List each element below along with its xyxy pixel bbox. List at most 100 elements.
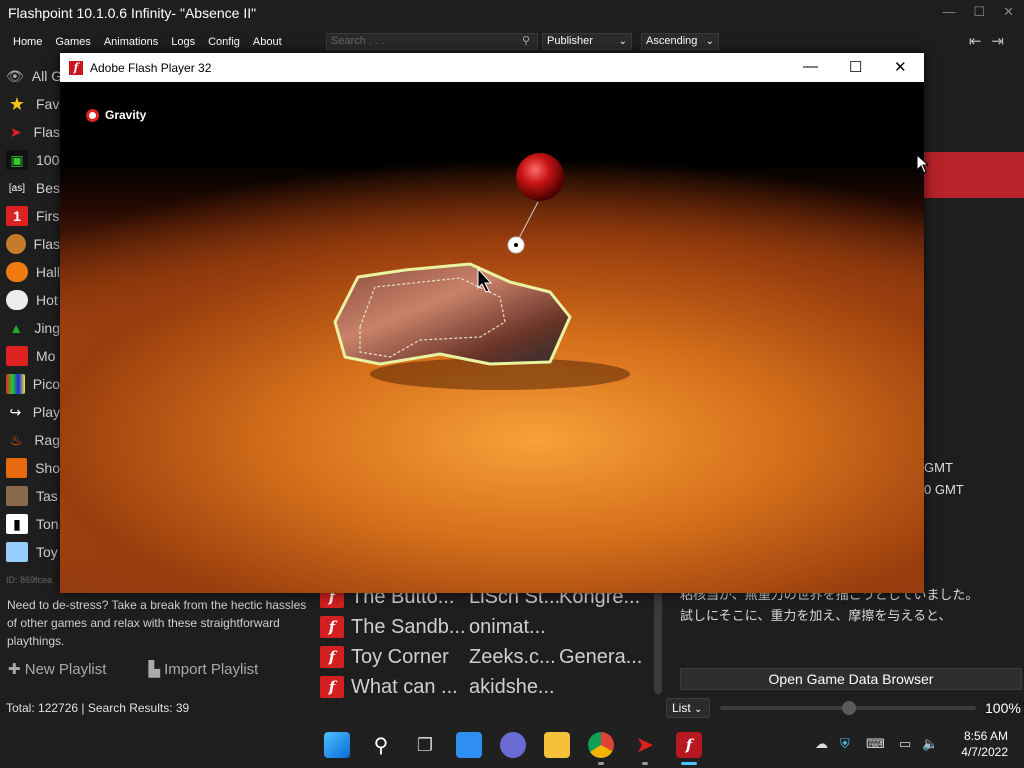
window-controls: — ☐ ✕	[942, 4, 1014, 20]
playlist-item[interactable]: [as] Bes	[0, 174, 60, 202]
playlist-label: Firs	[36, 208, 60, 224]
open-game-data-browser-button[interactable]: Open Game Data Browser	[680, 668, 1022, 690]
share-icon: ↪	[9, 403, 22, 420]
game-developer: Zeeks.c...	[469, 645, 556, 668]
volume-icon[interactable]: 🔈	[922, 736, 938, 752]
import-playlist-button[interactable]: ▙ Import Playlist	[148, 660, 258, 678]
menu-config[interactable]: Config	[202, 36, 246, 48]
flame-icon: ♨	[9, 431, 23, 448]
widgets-icon[interactable]	[456, 732, 482, 758]
playlist-item[interactable]: ▣ 100	[0, 146, 60, 174]
playlist-label: Toy	[36, 544, 58, 560]
shield-icon[interactable]: ⛨	[840, 736, 850, 752]
date-added: GMT	[924, 460, 953, 475]
minimize-icon[interactable]: —	[803, 58, 818, 75]
game-developer: akidshe...	[469, 675, 555, 698]
playlist-label: All G	[31, 68, 60, 84]
pumpkin-icon	[6, 262, 28, 282]
playlist-sidebar: 👁 All G ★ Fav ➤ Flas ▣ 100 [as] Bes 1 Firs Fla…	[0, 62, 60, 566]
menu-about[interactable]: About	[247, 36, 288, 48]
table-row[interactable]: f Toy Corner Zeeks.c... Genera...	[320, 642, 650, 672]
playlist-item[interactable]: Flas	[0, 230, 60, 258]
playlist-item[interactable]: Sho	[0, 454, 60, 482]
playlist-item[interactable]: ↪ Play	[0, 398, 60, 426]
maximize-icon[interactable]: ☐	[973, 4, 985, 20]
clock-time: 8:56 AM	[963, 729, 1008, 743]
game-title: What can ...	[351, 675, 458, 698]
keyboard-icon[interactable]: ⌨	[866, 736, 885, 752]
playlist-item[interactable]: ♨ Rag	[0, 426, 60, 454]
chevron-down-icon: ⌄	[618, 36, 627, 47]
flash-game-canvas[interactable]: Gravity	[60, 82, 924, 593]
start-icon[interactable]	[324, 732, 350, 758]
new-playlist-button[interactable]: ✚ New Playlist	[8, 660, 106, 678]
flashpoint-running-indicator	[642, 762, 648, 765]
playlist-item[interactable]: ▲ Jing	[0, 314, 60, 342]
game-list-scrollbar[interactable]	[654, 590, 662, 694]
game-title: Toy Corner	[351, 645, 449, 668]
minimize-icon[interactable]: —	[942, 4, 955, 20]
system-clock[interactable]: 8:56 AM 4/7/2022	[961, 728, 1008, 760]
maximize-icon[interactable]: ☐	[849, 58, 862, 76]
playlist-item[interactable]: Hall	[0, 258, 60, 286]
close-icon[interactable]: ✕	[894, 58, 907, 76]
balloon-object[interactable]	[516, 153, 564, 201]
mouse-cursor-icon	[916, 154, 930, 174]
zoom-slider-thumb[interactable]	[842, 701, 856, 715]
playlist-item[interactable]: ★ Fav	[0, 90, 60, 118]
flash-player-titlebar: f Adobe Flash Player 32 — ☐ ✕	[60, 53, 924, 82]
publisher-select[interactable]: Publisher ⌄	[542, 33, 632, 50]
playlist-label: Sho	[35, 460, 60, 476]
blocks-icon	[6, 542, 28, 562]
flash-player-logo-icon: f	[69, 60, 83, 75]
playlist-item[interactable]: 1 Firs	[0, 202, 60, 230]
playlist-item[interactable]: Tas	[0, 482, 60, 510]
playlist-label: Fav	[36, 96, 60, 112]
view-mode-select[interactable]: List ⌄	[666, 698, 710, 718]
publisher-select-value: Publisher	[547, 35, 593, 47]
file-icon: ▙	[148, 661, 165, 678]
playlist-description: Need to de-stress? Take a break from the…	[7, 598, 307, 648]
display-icon[interactable]: ▭	[899, 736, 911, 752]
table-row[interactable]: f What can ... akidshe...	[320, 672, 650, 702]
sidebar-toggle-icons[interactable]: ⇤⇥	[969, 32, 1014, 50]
playlist-item[interactable]: ▮ Ton	[0, 510, 60, 538]
chrome-icon[interactable]	[588, 732, 614, 758]
chat-icon[interactable]	[500, 732, 526, 758]
taskbar: ⚲ ❐ ➤ f ☁ ⛨ ⌨ ▭ 🔈 8:56 AM 4/7/2022	[0, 722, 1024, 768]
table-row[interactable]: f The Sandb... onimat...	[320, 612, 650, 642]
date-modified: 0 GMT	[924, 482, 964, 497]
search-input[interactable]: Search . . .	[326, 33, 538, 50]
drag-handle-center	[514, 243, 518, 247]
playlist-id: ID: 869fcea	[6, 575, 53, 585]
cloud-icon[interactable]: ☁	[815, 736, 828, 752]
playlist-label: Rag	[34, 432, 60, 448]
order-select-value: Ascending	[646, 35, 698, 47]
flashpoint-titlebar: Flashpoint 10.1.0.6 Infinity- "Absence I…	[0, 0, 1024, 26]
flash-player-icon[interactable]: f	[676, 732, 702, 758]
playlist-item[interactable]: ➤ Flas	[0, 118, 60, 146]
search-icon[interactable]: ⚲	[522, 34, 530, 47]
menu-animations[interactable]: Animations	[98, 36, 164, 48]
file-explorer-icon[interactable]	[544, 732, 570, 758]
playlist-item[interactable]: Pico	[0, 370, 60, 398]
tree-icon: ▲	[9, 320, 24, 336]
playlist-item[interactable]: Mo	[0, 342, 60, 370]
selected-game-banner	[924, 152, 1024, 198]
playlist-item[interactable]: Toy	[0, 538, 60, 566]
playlist-label: 100	[36, 152, 60, 168]
playlist-item[interactable]: Hot	[0, 286, 60, 314]
game-publisher: Genera...	[559, 645, 643, 668]
flashpoint-icon[interactable]: ➤	[632, 732, 658, 758]
menu-games[interactable]: Games	[49, 36, 96, 48]
character-icon	[6, 486, 28, 506]
menu-home[interactable]: Home	[7, 36, 48, 48]
close-icon[interactable]: ✕	[1003, 4, 1014, 20]
playlist-label: Hall	[35, 264, 60, 280]
order-select[interactable]: Ascending ⌄	[641, 33, 719, 50]
menu-logs[interactable]: Logs	[165, 36, 201, 48]
playlist-item[interactable]: 👁 All G	[0, 62, 60, 90]
status-bar: Total: 122726 | Search Results: 39	[6, 701, 190, 715]
task-view-icon[interactable]: ❐	[412, 732, 438, 758]
search-icon[interactable]: ⚲	[368, 732, 394, 758]
